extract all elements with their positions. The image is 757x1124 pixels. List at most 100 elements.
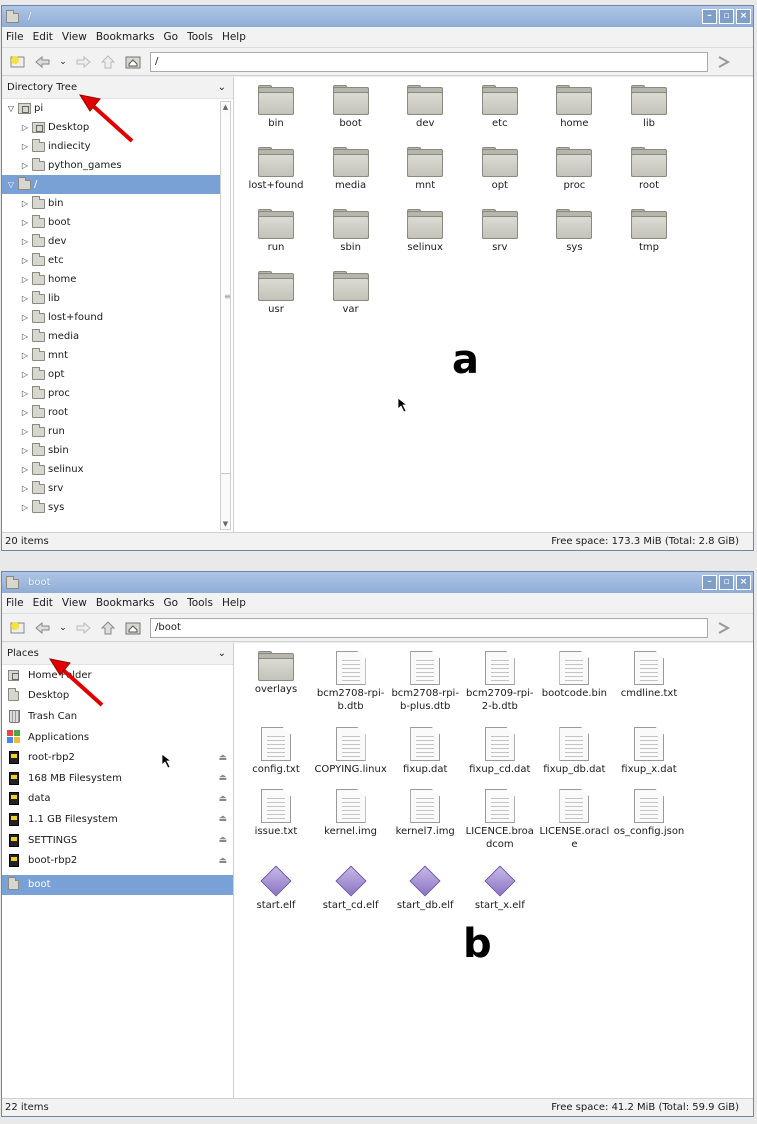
collapsed-triangle-icon[interactable]: ▷ bbox=[20, 351, 30, 360]
minimize-button[interactable]: – bbox=[702, 9, 717, 24]
folder-item[interactable]: etc bbox=[463, 85, 537, 130]
expanded-triangle-icon[interactable]: ▽ bbox=[6, 104, 16, 113]
file-item[interactable]: COPYING.linux bbox=[314, 727, 388, 776]
go-button[interactable] bbox=[714, 619, 734, 637]
file-item[interactable]: bootcode.bin bbox=[537, 651, 611, 700]
tree-item[interactable]: ▷ proc bbox=[2, 384, 220, 403]
eject-icon[interactable]: ⏏ bbox=[218, 753, 227, 763]
folder-item[interactable]: sbin bbox=[314, 209, 388, 254]
history-dropdown[interactable]: ⌄ bbox=[58, 53, 68, 71]
home-button[interactable] bbox=[123, 619, 143, 637]
side-pane-selector[interactable]: Places ⌄ bbox=[2, 643, 233, 665]
menu-tools[interactable]: Tools bbox=[187, 31, 213, 43]
tree-item[interactable]: ▷ lib bbox=[2, 289, 220, 308]
scroll-up-icon[interactable]: ▲ bbox=[221, 102, 230, 112]
file-item[interactable]: start_db.elf bbox=[388, 865, 462, 912]
new-tab-button[interactable] bbox=[8, 619, 28, 637]
folder-item[interactable]: lib bbox=[612, 85, 686, 130]
file-item[interactable]: bcm2708-rpi-b-plus.dtb bbox=[388, 651, 462, 713]
folder-item[interactable]: root bbox=[612, 147, 686, 192]
home-button[interactable] bbox=[123, 53, 143, 71]
eject-icon[interactable]: ⏏ bbox=[218, 835, 227, 845]
file-item[interactable]: kernel.img bbox=[314, 789, 388, 838]
folder-item[interactable]: mnt bbox=[388, 147, 462, 192]
menu-help[interactable]: Help bbox=[222, 31, 246, 43]
tree-item[interactable]: ▷ home bbox=[2, 270, 220, 289]
file-item[interactable]: kernel7.img bbox=[388, 789, 462, 838]
tree-item[interactable]: ▷ sys bbox=[2, 498, 220, 517]
folder-item[interactable]: lost+found bbox=[239, 147, 313, 192]
tree-item[interactable]: ▷ mnt bbox=[2, 346, 220, 365]
up-button[interactable] bbox=[98, 619, 118, 637]
collapsed-triangle-icon[interactable]: ▷ bbox=[20, 465, 30, 474]
menu-help[interactable]: Help bbox=[222, 597, 246, 609]
folder-item[interactable]: run bbox=[239, 209, 313, 254]
file-item[interactable]: LICENSE.oracle bbox=[537, 789, 611, 851]
collapsed-triangle-icon[interactable]: ▷ bbox=[20, 370, 30, 379]
folder-item[interactable]: boot bbox=[314, 85, 388, 130]
tree-scrollbar[interactable]: ▲ ≡ ▼ bbox=[220, 101, 231, 530]
tree-item[interactable]: ▷ srv bbox=[2, 479, 220, 498]
folder-item[interactable]: var bbox=[314, 271, 388, 316]
collapsed-triangle-icon[interactable]: ▷ bbox=[20, 237, 30, 246]
file-view[interactable]: bin boot dev etc home lib lost+found media mnt op… bbox=[234, 77, 753, 532]
places-item[interactable]: 1.1 GB Filesystem ⏏ bbox=[2, 809, 233, 830]
tree-item[interactable]: ▷ lost+found bbox=[2, 308, 220, 327]
folder-item[interactable]: srv bbox=[463, 209, 537, 254]
file-item[interactable]: fixup_x.dat bbox=[612, 727, 686, 776]
title-bar[interactable]: / – ▫ × bbox=[2, 6, 753, 27]
tree-item[interactable]: ▷ bin bbox=[2, 194, 220, 213]
folder-item[interactable]: usr bbox=[239, 271, 313, 316]
menu-bookmarks[interactable]: Bookmarks bbox=[96, 31, 155, 43]
title-bar[interactable]: boot – ▫ × bbox=[2, 572, 753, 593]
collapsed-triangle-icon[interactable]: ▷ bbox=[20, 294, 30, 303]
menu-tools[interactable]: Tools bbox=[187, 597, 213, 609]
folder-item[interactable]: selinux bbox=[388, 209, 462, 254]
tree-item[interactable]: ▽ / bbox=[2, 175, 220, 194]
path-input[interactable]: /boot bbox=[150, 617, 708, 638]
places-item[interactable]: data ⏏ bbox=[2, 789, 233, 810]
folder-item[interactable]: dev bbox=[388, 85, 462, 130]
places-item[interactable]: 168 MB Filesystem ⏏ bbox=[2, 768, 233, 789]
up-button[interactable] bbox=[98, 53, 118, 71]
tree-item[interactable]: ▷ root bbox=[2, 403, 220, 422]
file-item[interactable]: cmdline.txt bbox=[612, 651, 686, 700]
tree-item[interactable]: ▷ selinux bbox=[2, 460, 220, 479]
folder-item[interactable]: overlays bbox=[239, 651, 313, 696]
close-button[interactable]: × bbox=[736, 575, 751, 590]
collapsed-triangle-icon[interactable]: ▷ bbox=[20, 408, 30, 417]
file-view[interactable]: overlays bcm2708-rpi-b.dtb bcm2708-rpi-b-p… bbox=[234, 643, 753, 1098]
places-item[interactable]: SETTINGS ⏏ bbox=[2, 830, 233, 851]
folder-item[interactable]: media bbox=[314, 147, 388, 192]
file-item[interactable]: fixup_cd.dat bbox=[463, 727, 537, 776]
forward-button[interactable] bbox=[73, 53, 93, 71]
file-item[interactable]: os_config.json bbox=[612, 789, 686, 838]
path-input[interactable]: / bbox=[150, 51, 708, 72]
places-item[interactable]: Trash Can bbox=[2, 706, 233, 727]
menu-file[interactable]: File bbox=[6, 31, 24, 43]
menu-go[interactable]: Go bbox=[164, 31, 179, 43]
scroll-down-icon[interactable]: ▼ bbox=[221, 519, 230, 529]
file-item[interactable]: bcm2708-rpi-b.dtb bbox=[314, 651, 388, 713]
collapsed-triangle-icon[interactable]: ▷ bbox=[20, 123, 30, 132]
menu-view[interactable]: View bbox=[62, 31, 87, 43]
tree-item[interactable]: ▷ opt bbox=[2, 365, 220, 384]
new-tab-button[interactable] bbox=[8, 53, 28, 71]
chevron-down-icon[interactable]: ⌄ bbox=[218, 82, 226, 93]
expanded-triangle-icon[interactable]: ▽ bbox=[6, 180, 16, 189]
places-item[interactable]: boot-rbp2 ⏏ bbox=[2, 850, 233, 871]
collapsed-triangle-icon[interactable]: ▷ bbox=[20, 484, 30, 493]
collapsed-triangle-icon[interactable]: ▷ bbox=[20, 313, 30, 322]
menu-edit[interactable]: Edit bbox=[33, 597, 53, 609]
folder-item[interactable]: home bbox=[537, 85, 611, 130]
places-item[interactable]: Desktop bbox=[2, 686, 233, 707]
eject-icon[interactable]: ⏏ bbox=[218, 773, 227, 783]
menu-view[interactable]: View bbox=[62, 597, 87, 609]
file-item[interactable]: issue.txt bbox=[239, 789, 313, 838]
collapsed-triangle-icon[interactable]: ▷ bbox=[20, 389, 30, 398]
eject-icon[interactable]: ⏏ bbox=[218, 794, 227, 804]
menu-edit[interactable]: Edit bbox=[33, 31, 53, 43]
tree-item[interactable]: ▷ etc bbox=[2, 251, 220, 270]
folder-item[interactable]: bin bbox=[239, 85, 313, 130]
eject-icon[interactable]: ⏏ bbox=[218, 814, 227, 824]
